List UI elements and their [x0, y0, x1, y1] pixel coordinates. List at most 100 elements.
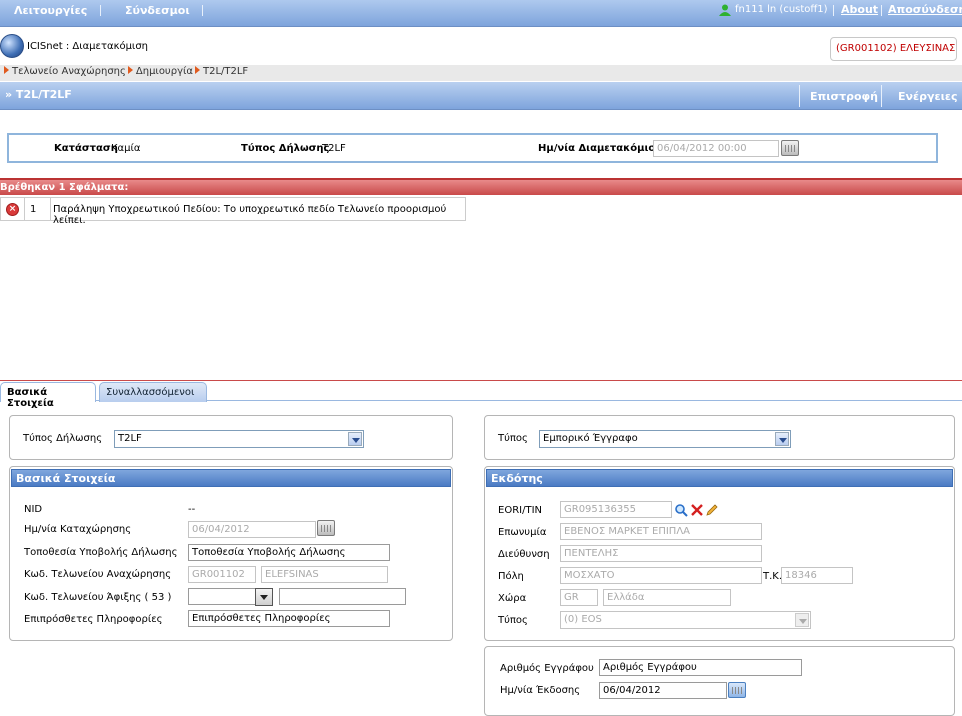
back-button[interactable]: Επιστροφή [810, 90, 878, 103]
country-label: Χώρα [498, 593, 527, 604]
chevron-right-icon [194, 66, 200, 74]
chevron-down-icon [260, 595, 268, 600]
declaration-type-select-label: Τύπος Δήλωσης [23, 433, 103, 444]
error-row: × 1 Παράληψη Υποχρεωτικού Πεδίου: Το υπο… [0, 197, 466, 226]
issuer-type-select[interactable]: (0) EOS [560, 611, 811, 629]
tab-bar: Βασικά Στοιχεία Συναλλασσόμενοι [0, 382, 962, 409]
menu-separator [833, 5, 834, 16]
error-icon: × [6, 203, 19, 216]
document-type-select[interactable]: Εμπορικό Έγγραφο [539, 430, 791, 448]
about-link[interactable]: About [841, 3, 878, 16]
basic-info-panel: Βασικά Στοιχεία NID -- Ημ/νία Καταχώρηση… [9, 466, 453, 641]
state-value: Καμία [111, 143, 141, 154]
edit-pencil-icon[interactable] [705, 503, 719, 517]
app-title: ICISnet : Διαμετακόμιση [27, 41, 148, 52]
calendar-icon[interactable] [317, 520, 335, 536]
status-panel: Κατάσταση Καμία Τύπος Δήλωσης T2LF Ημ/νί… [7, 133, 938, 163]
location-field[interactable]: Τοποθεσία Υποβολής Δήλωσης [188, 544, 390, 561]
divider [0, 380, 962, 381]
menu-links[interactable]: Σύνδεσμοι [125, 4, 190, 17]
arrival-office-code-field[interactable] [188, 588, 256, 605]
declaration-type-label: Τύπος Δήλωσης [241, 143, 330, 154]
declaration-type-selected: T2LF [118, 433, 142, 444]
arrival-office-dropdown-button[interactable] [255, 588, 273, 606]
breadcrumb-item[interactable]: Τελωνείο Αναχώρησης [12, 66, 126, 77]
transit-date-field[interactable]: 06/04/2012 00:00 [653, 140, 779, 157]
extra-info-field[interactable]: Επιπρόσθετες Πληροφορίες [188, 610, 390, 627]
departure-office-code-field[interactable]: GR001102 [188, 566, 256, 583]
nid-value: -- [188, 504, 196, 515]
country-code-field[interactable]: GR [560, 589, 598, 606]
registration-date-field[interactable]: 06/04/2012 [188, 521, 316, 538]
logout-link[interactable]: Αποσύνδεση [888, 3, 962, 16]
country-name-field[interactable]: Ελλάδα [603, 589, 731, 606]
company-name-label: Επωνυμία [498, 527, 547, 538]
tab-basic-info[interactable]: Βασικά Στοιχεία [0, 382, 96, 409]
document-number-label: Αριθμός Εγγράφου [500, 663, 594, 674]
breadcrumb-item[interactable]: T2L/T2LF [203, 66, 248, 77]
location-label: Τοποθεσία Υποβολής Δήλωσης [24, 547, 178, 558]
error-number: 1 [24, 198, 51, 220]
departure-office-label: Κωδ. Τελωνείου Αναχώρησης [24, 569, 172, 580]
actions-button[interactable]: Ενέργειες [898, 90, 958, 103]
eori-field[interactable]: GR095136355 [560, 501, 672, 518]
chevron-down-icon [775, 432, 789, 446]
breadcrumb: Τελωνείο Αναχώρησης Δημιουργία T2L/T2LF [0, 65, 962, 81]
chevron-down-icon [795, 613, 809, 627]
current-user: fn111 ln (custoff1) [735, 4, 828, 15]
transit-date-label: Ημ/νία Διαμετακόμισης [538, 143, 670, 154]
menu-separator [100, 5, 101, 16]
declaration-type-select[interactable]: T2LF [114, 430, 364, 448]
zip-label: Τ.Κ. [763, 571, 783, 582]
issuer-header: Εκδότης [486, 469, 953, 487]
document-type-panel: Τύπος Εμπορικό Έγγραφο [484, 415, 955, 460]
state-label: Κατάσταση [54, 143, 118, 154]
toolbar-separator [881, 85, 882, 107]
chevron-down-icon [348, 432, 362, 446]
menu-operations[interactable]: Λειτουργίες [14, 4, 87, 17]
chevron-right-icon [4, 66, 9, 74]
issue-date-label: Ημ/νία Έκδοσης [500, 685, 581, 696]
document-type-label: Τύπος [498, 433, 528, 444]
menu-separator [881, 5, 882, 16]
user-icon [719, 4, 731, 16]
issuer-type-selected: (0) EOS [564, 614, 602, 625]
globe-icon [0, 34, 24, 58]
chevron-right-icon [127, 66, 133, 74]
delete-icon[interactable] [690, 503, 704, 517]
basic-info-header: Βασικά Στοιχεία [11, 469, 451, 487]
company-name-field[interactable]: ΕΒΕΝΟΣ ΜΑΡΚΕΤ ΕΠΙΠΛΑ [560, 523, 762, 540]
tab-parties[interactable]: Συναλλασσόμενοι [99, 382, 207, 402]
arrival-office-name-field[interactable] [279, 588, 406, 605]
document-type-selected: Εμπορικό Έγγραφο [543, 433, 638, 444]
departure-office-name-field[interactable]: ELEFSINAS [261, 566, 388, 583]
extra-info-label: Επιπρόσθετες Πληροφορίες [24, 614, 163, 625]
breadcrumb-item[interactable]: Δημιουργία [136, 66, 193, 77]
nid-label: NID [24, 504, 43, 515]
top-menu-bar: Λειτουργίες Σύνδεσμοι fn111 ln (custoff1… [0, 0, 962, 27]
calendar-icon[interactable] [728, 682, 746, 698]
errors-header: Βρέθηκαν 1 Σφάλματα: [0, 178, 962, 195]
document-details-panel: Αριθμός Εγγράφου Αριθμός Εγγράφου Ημ/νία… [484, 646, 955, 716]
calendar-icon[interactable] [781, 140, 799, 156]
eori-label: EORI/TIN [498, 505, 542, 516]
city-field[interactable]: ΜΟΣΧΑΤΟ [560, 567, 762, 584]
declaration-type-value: T2LF [322, 143, 346, 154]
issue-date-field[interactable]: 06/04/2012 [599, 682, 727, 699]
issuer-panel: Εκδότης EORI/TIN GR095136355 Επωνυμία ΕΒ… [484, 466, 955, 641]
address-label: Διεύθυνση [498, 549, 550, 560]
search-icon[interactable] [674, 503, 688, 517]
arrival-office-label: Κωδ. Τελωνείου Άφιξης ( 53 ) [24, 592, 172, 603]
address-field[interactable]: ΠΕΝΤΕΛΗΣ [560, 545, 762, 562]
customs-office-badge: (GR001102) ΕΛΕΥΣΙΝΑΣ [830, 37, 957, 61]
toolbar-separator [799, 85, 800, 107]
issuer-type-label: Τύπος [498, 615, 528, 626]
document-number-field[interactable]: Αριθμός Εγγράφου [599, 659, 802, 676]
city-label: Πόλη [498, 571, 524, 582]
declaration-type-panel: Τύπος Δήλωσης T2LF [9, 415, 453, 460]
error-message: Παράληψη Υποχρεωτικού Πεδίου: Το υποχρεω… [53, 204, 447, 226]
page-title-bar: » T2L/T2LF Επιστροφή Ενέργειες [0, 82, 962, 110]
zip-field[interactable]: 18346 [781, 567, 853, 584]
registration-date-label: Ημ/νία Καταχώρησης [24, 524, 132, 535]
menu-separator [202, 5, 203, 16]
